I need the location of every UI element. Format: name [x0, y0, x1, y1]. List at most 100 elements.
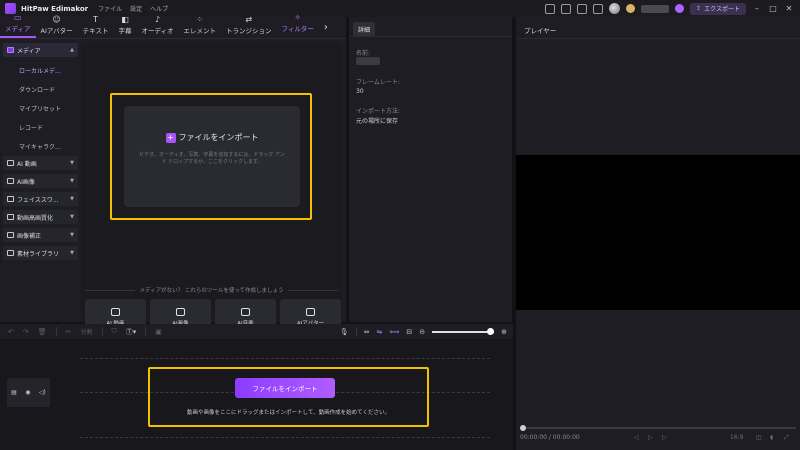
sidebar-media-header[interactable]: メディア ▲	[3, 43, 78, 57]
timeline-import-button[interactable]: ファイルをインポート	[235, 378, 335, 398]
import-method-value: 元の場所に保存	[356, 118, 399, 125]
magnet-icon[interactable]: ⇋	[376, 328, 382, 336]
close-icon[interactable]: ✕	[784, 4, 794, 13]
freeze-frame-icon[interactable]: ▣	[155, 328, 162, 336]
folder-icon	[7, 47, 14, 53]
timeline-hint: 動画や画像をここにドラッグまたはインポートして、動画作成を始めてください。	[187, 410, 390, 416]
filter-icon: ✧	[294, 13, 302, 22]
framerate-value: 30	[356, 88, 364, 95]
subtitle-icon: ◧	[121, 15, 129, 24]
divider	[287, 289, 338, 291]
screen-record-icon[interactable]	[545, 3, 556, 14]
tab-details[interactable]: 詳細	[353, 22, 376, 36]
more-tabs-chevron-icon[interactable]: ›	[319, 16, 333, 38]
zoom-slider[interactable]	[432, 327, 495, 335]
split-label: 分割	[80, 329, 93, 336]
app-title: HitPaw Edimakor	[21, 4, 89, 13]
seek-bar[interactable]	[520, 425, 796, 431]
tab-transitions[interactable]: ⇄ トランジション	[221, 16, 277, 38]
library-icon	[7, 250, 14, 256]
import-title: + ファイルをインポート	[165, 132, 259, 143]
divider	[349, 36, 512, 37]
next-frame-icon[interactable]: ▷	[662, 434, 667, 441]
preview-line-icon[interactable]: ⟺	[389, 328, 399, 336]
zoom-out-icon[interactable]: ⊖	[419, 328, 425, 336]
folder-icon: ▭	[13, 13, 22, 22]
timeline-area: ▤ ◉ ◁) ファイルをインポート 動画や画像をここにドラッグまたはインポートし…	[0, 340, 513, 450]
export-button[interactable]: ⇪ エクスポート	[690, 2, 746, 15]
export-label: エクスポート	[704, 6, 740, 13]
divider	[145, 327, 147, 336]
redo-icon[interactable]: ↷	[23, 328, 29, 336]
track-guide	[80, 437, 490, 438]
divider	[516, 38, 800, 39]
ai-image-icon	[7, 178, 14, 184]
tab-filters[interactable]: ✧ フィルター	[277, 13, 319, 38]
link-icon[interactable]: ⇔	[364, 328, 370, 336]
sidebar-item-record[interactable]: レコード	[3, 118, 78, 137]
shield-icon[interactable]: ⛉	[112, 327, 117, 336]
avatar[interactable]	[609, 3, 621, 14]
volume-icon[interactable]: ◖	[770, 434, 773, 441]
play-icon[interactable]: ▷	[648, 434, 653, 441]
maximize-icon[interactable]: □	[768, 4, 778, 13]
delete-icon[interactable]: 🗑	[38, 328, 47, 336]
title-bar: HitPaw Edimakor ファイル 設定 ヘルプ ⇪ エクスポート – □…	[0, 0, 800, 17]
sidebar-category-ai-video[interactable]: AI 動画 ▼	[3, 156, 78, 170]
microphone-icon[interactable]: 🎙	[340, 328, 349, 336]
upgrade-icon[interactable]	[675, 4, 685, 13]
track-audio-icon[interactable]: ◁)	[39, 389, 46, 396]
sidebar-item-my-presets[interactable]: マイプリセット	[3, 99, 78, 118]
aspect-ratio[interactable]: 16:9	[730, 434, 743, 441]
tab-media[interactable]: ▭ メディア	[0, 13, 36, 38]
sidebar-category-image-correction[interactable]: 画像補正 ▼	[3, 228, 78, 242]
image-correction-icon	[7, 232, 14, 238]
titlebar-actions: ⇪ エクスポート – □ ✕	[545, 0, 800, 17]
media-panel: ▭ メディア ☺ AIアバター T テキスト ◧ 字幕 ♪ オーディオ ⁘ エレメント ⇄ ト…	[0, 13, 346, 335]
preview-screen[interactable]	[516, 155, 800, 310]
undo-icon[interactable]: ↶	[8, 328, 14, 336]
sidebar-category-video-enhance[interactable]: 動画高画質化 ▼	[3, 210, 78, 224]
gift-icon[interactable]	[577, 3, 588, 14]
sidebar-category-asset-library[interactable]: 素材ライブラリ ▼	[3, 246, 78, 260]
timeline-view-controls: 🎙 ⇔ ⇋ ⟺ ⊟ ⊖ ⊕	[340, 324, 507, 339]
tab-audio[interactable]: ♪ オーディオ	[136, 16, 178, 38]
download-icon[interactable]	[593, 3, 604, 14]
import-drop-zone[interactable]: + ファイルをインポート ビデオ、オーディオ、写真、字幕を追加するには、ドラッグ…	[124, 106, 300, 207]
tab-ai-avatar[interactable]: ☺ AIアバター	[36, 16, 78, 38]
minimize-icon[interactable]: –	[752, 4, 762, 13]
menu-settings[interactable]: 設定	[130, 4, 142, 13]
menu-bar: ファイル 設定 ヘルプ	[98, 4, 168, 13]
text-template-dropdown[interactable]: Ⓣ▾	[126, 327, 137, 337]
sidebar-category-ai-image[interactable]: AI画像 ▼	[3, 174, 78, 188]
tab-subtitles[interactable]: ◧ 字幕	[113, 16, 136, 38]
fit-timeline-icon[interactable]: ⊟	[406, 328, 412, 336]
chevron-up-icon: ▲	[70, 47, 74, 53]
sidebar-item-my-characters[interactable]: マイキャラク...	[3, 137, 78, 156]
seek-handle[interactable]	[520, 425, 526, 431]
menu-file[interactable]: ファイル	[98, 4, 122, 13]
sidebar-item-local-media[interactable]: ローカルメデ...	[3, 61, 78, 80]
fullscreen-icon[interactable]: ⤢	[784, 434, 789, 442]
menu-help[interactable]: ヘルプ	[150, 4, 168, 13]
track-visibility-icon[interactable]: ◉	[25, 389, 30, 396]
media-library-area: + ファイルをインポート ビデオ、オーディオ、写真、字幕を追加するには、ドラッグ…	[81, 43, 342, 335]
chevron-down-icon: ▼	[70, 232, 74, 238]
divider	[355, 327, 357, 336]
zoom-in-icon[interactable]: ⊕	[501, 328, 507, 336]
zoom-slider-handle[interactable]	[487, 327, 495, 335]
tools-hint: メディアがない？ これらのツールを使って作成しましょう	[81, 286, 342, 294]
avatar-icon: ☺	[52, 15, 61, 24]
previous-frame-icon[interactable]: ◁	[634, 434, 639, 441]
track-video-icon[interactable]: ▤	[11, 389, 17, 396]
sidebar-item-download[interactable]: ダウンロード	[3, 80, 78, 99]
snapshot-icon[interactable]: ◫	[756, 434, 762, 441]
tab-text[interactable]: T テキスト	[78, 16, 114, 38]
tab-elements[interactable]: ⁘ エレメント	[179, 16, 222, 38]
sidebar-category-face-swap[interactable]: フェイススワ... ▼	[3, 192, 78, 206]
main-track-header: ▤ ◉ ◁)	[7, 378, 50, 407]
split-icon[interactable]: ✂	[66, 328, 72, 336]
message-icon[interactable]	[561, 3, 572, 14]
divider	[55, 327, 57, 336]
ai-video-icon	[7, 160, 14, 166]
